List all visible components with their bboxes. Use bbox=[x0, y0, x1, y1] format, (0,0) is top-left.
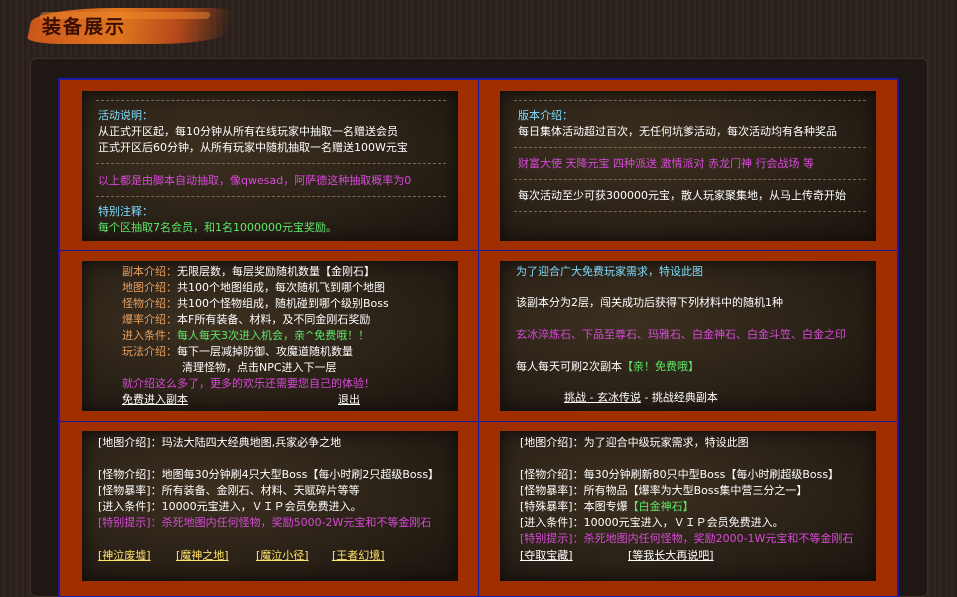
activity-line-3: 以上都是由脚本自动抽取，像qwesad，阿萨德这种抽取概率为0 bbox=[98, 174, 412, 187]
section-header: 装备展示 bbox=[0, 0, 957, 56]
map-intro: [地图介绍]：为了迎合中级玩家需求，特设此图 bbox=[520, 436, 749, 449]
dungeon-info-panel: 副本介绍：无限层数，每层奖励随机数量【金刚石】 地图介绍：共100个地图组成，每… bbox=[82, 261, 458, 411]
map-link-shenqi-ruins[interactable]: [神泣废墟] bbox=[98, 548, 151, 564]
special-tip: [特别提示]：杀死地图内任何怪物，奖励5000-2W元宝和不等金刚石 bbox=[98, 516, 432, 529]
info-row-4: 爆率介绍：本F所有装备、材料，及不同金刚石奖励 bbox=[122, 312, 370, 328]
activity-heading: 活动说明： bbox=[98, 109, 153, 122]
daily-limit-text: 每人每天可刷2次副本 bbox=[516, 360, 622, 373]
info-row-continued: 清理怪物，点击NPC进入下一层 bbox=[182, 361, 337, 374]
map-link-demon-path[interactable]: [魔泣小径] bbox=[256, 548, 309, 564]
classic-maps-panel: [地图介绍]：玛法大陆四大经典地图,兵家必争之地 [怪物介绍]：地图每30分钟刷… bbox=[82, 431, 458, 581]
divider bbox=[96, 163, 446, 164]
divider bbox=[514, 147, 866, 148]
map-link-demon-land[interactable]: [魔神之地] bbox=[176, 548, 229, 564]
row-label: 玩法介绍： bbox=[122, 345, 177, 358]
row-value: 共100个地图组成，每次随机飞到哪个地图 bbox=[177, 281, 385, 294]
monster-intro: [怪物介绍]：每30分钟刷新80只中型Boss【每小时刷超级Boss】 bbox=[520, 468, 840, 481]
row-label: 进入条件： bbox=[122, 329, 177, 342]
divider bbox=[96, 196, 446, 197]
mid-level-map-panel: [地图介绍]：为了迎合中级玩家需求，特设此图 [怪物介绍]：每30分钟刷新80只… bbox=[500, 431, 876, 581]
material-list: 玄冰淬炼石、下品至尊石、玛雅石、白金神石、白金斗笠、白金之印 bbox=[516, 328, 846, 341]
seize-treasure-link[interactable]: [夺取宝藏] bbox=[520, 548, 573, 564]
closing-note: 就介绍这么多了，更多的欢乐还需要您自己的体验！ bbox=[122, 377, 375, 390]
activity-info-panel: 活动说明： 从正式开区起，每10分钟从所有在线玩家中抽取一名赠送会员 正式开区后… bbox=[82, 91, 458, 241]
grow-up-later-link[interactable]: [等我长大再说吧] bbox=[628, 548, 714, 564]
activity-line-1: 从正式开区起，每10分钟从所有在线玩家中抽取一名赠送会员 bbox=[98, 125, 398, 138]
challenge-line: 挑战 - 玄冰传说 - 挑战经典副本 bbox=[564, 390, 718, 406]
event-list: 财富大使 天降元宝 四种派送 激情派对 赤龙门神 行会战场 等 bbox=[518, 157, 814, 170]
divider bbox=[96, 100, 446, 101]
exit-link[interactable]: 退出 bbox=[338, 392, 360, 408]
free-dungeon-intro: 为了迎合广大免费玩家需求，特设此图 bbox=[516, 265, 703, 278]
special-drop-label: [特殊暴率]：本图专爆 bbox=[520, 500, 628, 513]
special-note-heading: 特别注释： bbox=[98, 205, 153, 218]
row-value: 无限层数，每层奖励随机数量【金刚石】 bbox=[177, 265, 375, 278]
challenge-desc: - 挑战经典副本 bbox=[644, 391, 718, 404]
row-value: 本F所有装备、材料，及不同金刚石奖励 bbox=[177, 313, 371, 326]
info-row-5: 进入条件：每人每天3次进入机会，亲^免费哦！！ bbox=[122, 328, 369, 344]
daily-limit-line: 每人每天可刷2次副本【亲！免费哦】 bbox=[516, 359, 699, 375]
info-row-3: 怪物介绍：共100个怪物组成，随机碰到哪个级别Boss bbox=[122, 296, 389, 312]
special-note-line: 每个区抽取7名会员，和1名1000000元宝奖励。 bbox=[98, 221, 337, 234]
version-line-3: 每次活动至少可获300000元宝，散人玩家聚集地，从马上传奇开始 bbox=[518, 189, 846, 202]
dungeon-layers-text: 该副本分为2层，闯关成功后获得下列材料中的随机1种 bbox=[516, 296, 783, 309]
row-label: 副本介绍： bbox=[122, 265, 177, 278]
special-tip: [特别提示]：杀死地图内任何怪物，奖励2000-1W元宝和不等金刚石 bbox=[520, 532, 854, 545]
divider bbox=[514, 179, 866, 180]
special-drop-item: 【白金神石】 bbox=[627, 500, 694, 513]
version-heading: 版本介绍： bbox=[518, 109, 573, 122]
entry-condition: [进入条件]：10000元宝进入，ＶＩＰ会员免费进入。 bbox=[520, 516, 784, 529]
info-row-1: 副本介绍：无限层数，每层奖励随机数量【金刚石】 bbox=[122, 264, 375, 280]
info-row-6: 玩法介绍：每下一层减掉防御、攻魔道随机数量 bbox=[122, 344, 353, 360]
row-label: 怪物介绍： bbox=[122, 297, 177, 310]
row-label: 爆率介绍： bbox=[122, 313, 177, 326]
drop-rate: [怪物暴率]：所有装备、金刚石、材料、天赋碎片等等 bbox=[98, 484, 360, 497]
page-title: 装备展示 bbox=[42, 16, 127, 38]
free-dungeon-panel: 为了迎合广大免费玩家需求，特设此图 该副本分为2层，闯关成功后获得下列材料中的随… bbox=[500, 261, 876, 411]
monster-intro: [怪物介绍]：地图每30分钟刷4只大型Boss【每小时刷2只超级Boss】 bbox=[98, 468, 440, 481]
special-drop-line: [特殊暴率]：本图专爆【白金神石】 bbox=[520, 499, 694, 515]
divider bbox=[514, 211, 866, 212]
activity-line-2: 正式开区后60分钟，从所有玩家中随机抽取一名赠送100W元宝 bbox=[98, 141, 408, 154]
entry-condition: [进入条件]：10000元宝进入，ＶＩＰ会员免费进入。 bbox=[98, 500, 362, 513]
info-row-2: 地图介绍：共100个地图组成，每次随机飞到哪个地图 bbox=[122, 280, 385, 296]
drop-rate: [怪物暴率]：所有物品【爆率为大型Boss集中营三分之一】 bbox=[520, 484, 808, 497]
row-value: 共100个怪物组成，随机碰到哪个级别Boss bbox=[177, 297, 389, 310]
row-value: 每下一层减掉防御、攻魔道随机数量 bbox=[177, 345, 353, 358]
map-link-king-illusion[interactable]: [王者幻境] bbox=[332, 548, 385, 564]
divider bbox=[514, 100, 866, 101]
free-badge-text: 【亲！免费哦】 bbox=[622, 360, 699, 373]
version-info-panel: 版本介绍： 每日集体活动超过百次，无任何坑爹活动，每次活动均有各种奖品 财富大使… bbox=[500, 91, 876, 241]
version-line-1: 每日集体活动超过百次，无任何坑爹活动，每次活动均有各种奖品 bbox=[518, 125, 837, 138]
free-enter-dungeon-link[interactable]: 免费进入副本 bbox=[122, 392, 188, 408]
row-label: 地图介绍： bbox=[122, 281, 177, 294]
row-value: 每人每天3次进入机会，亲^免费哦！！ bbox=[177, 329, 370, 342]
challenge-link[interactable]: 挑战 - 玄冰传说 bbox=[564, 391, 641, 404]
map-intro: [地图介绍]：玛法大陆四大经典地图,兵家必争之地 bbox=[98, 436, 342, 449]
